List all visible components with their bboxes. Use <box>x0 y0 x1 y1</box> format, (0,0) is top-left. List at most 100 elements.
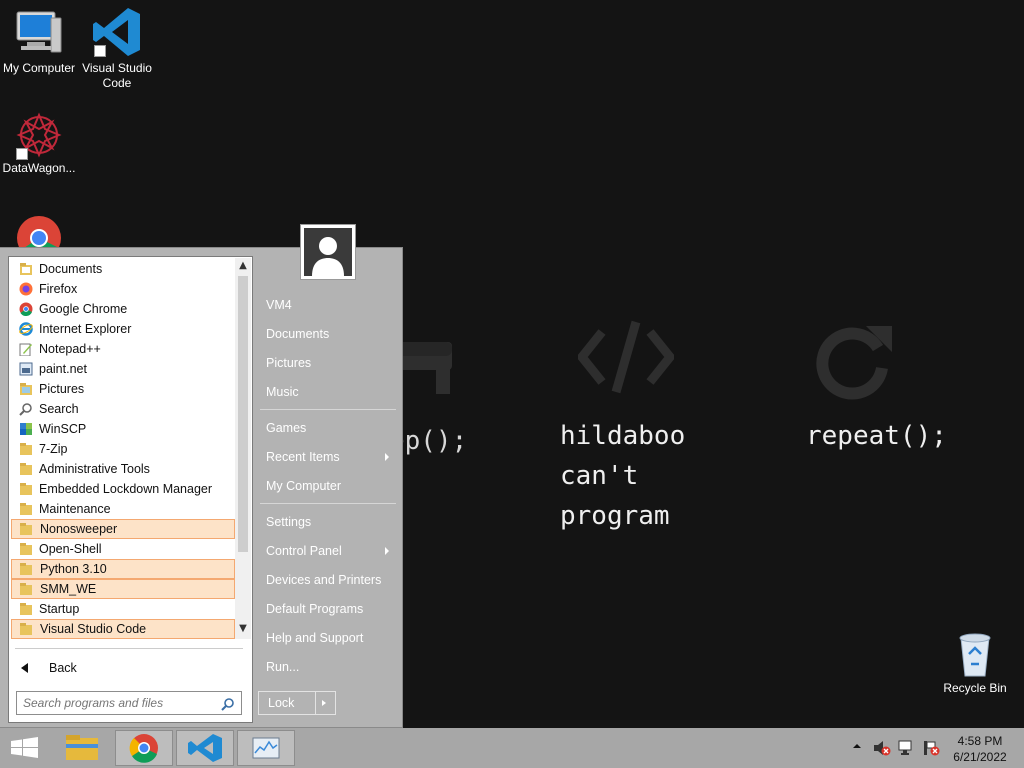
folder-icon <box>20 623 32 635</box>
desktop-icon-datawagon[interactable]: DataWagon... <box>0 112 78 176</box>
desktop-icon-label: Recycle Bin <box>943 681 1007 695</box>
clock-date: 6/21/2022 <box>953 750 1007 764</box>
program-label: SMM_WE <box>40 582 97 596</box>
program-item-python[interactable]: Python 3.10 <box>11 559 235 579</box>
start-item-music[interactable]: Music <box>266 384 299 400</box>
file-explorer-icon <box>66 735 98 760</box>
divider <box>260 503 396 504</box>
taskbar-file-explorer[interactable] <box>54 730 112 766</box>
start-item-run[interactable]: Run... <box>266 659 299 675</box>
program-item-google-chrome[interactable]: Google Chrome <box>11 299 235 319</box>
desktop-icon-vscode[interactable]: Visual Studio Code <box>78 6 156 91</box>
program-label: Notepad++ <box>39 342 101 356</box>
folder-icon <box>20 603 32 615</box>
scroll-down-icon[interactable]: ▼ <box>235 621 251 637</box>
desktop-icon-my-computer[interactable]: My Computer <box>0 8 78 76</box>
program-item-firefox[interactable]: Firefox <box>11 279 235 299</box>
back-label: Back <box>49 661 77 675</box>
start-item-devices-printers[interactable]: Devices and Printers <box>266 572 381 588</box>
program-item-paintnet[interactable]: paint.net <box>11 359 235 379</box>
program-label: Startup <box>39 602 80 616</box>
start-item-help-support[interactable]: Help and Support <box>266 630 363 646</box>
lock-button[interactable]: Lock <box>258 691 336 715</box>
show-hidden-icons-icon[interactable] <box>852 740 862 754</box>
program-item-administrative-tools[interactable]: Administrative Tools <box>11 459 235 479</box>
folder-icon <box>20 583 32 595</box>
vscode-icon <box>188 734 222 762</box>
search-icon[interactable] <box>221 697 235 711</box>
program-item-internet-explorer[interactable]: Internet Explorer <box>11 319 235 339</box>
lock-label: Lock <box>268 696 295 710</box>
code-icon <box>578 320 674 394</box>
start-item-settings[interactable]: Settings <box>266 514 311 530</box>
program-label: Maintenance <box>39 502 111 516</box>
program-label: Firefox <box>39 282 78 296</box>
chrome-icon <box>17 216 61 250</box>
program-item-notepadpp[interactable]: Notepad++ <box>11 339 235 359</box>
program-label: Google Chrome <box>39 302 128 316</box>
program-label: Internet Explorer <box>39 322 132 336</box>
submenu-arrow-icon <box>385 547 389 555</box>
program-label: paint.net <box>39 362 87 376</box>
folder-icon <box>20 263 32 275</box>
desktop-icon-recycle-bin[interactable]: Recycle Bin <box>936 630 1014 696</box>
program-item-nonosweeper[interactable]: Nonosweeper <box>11 519 235 539</box>
action-center-icon[interactable] <box>922 740 940 759</box>
program-item-pictures[interactable]: Pictures <box>11 379 235 399</box>
submenu-arrow-icon <box>385 453 389 461</box>
clock-time: 4:58 PM <box>957 734 1003 748</box>
program-item-visual-studio-code[interactable]: Visual Studio Code <box>11 619 235 639</box>
divider <box>315 692 316 714</box>
start-item-games[interactable]: Games <box>266 420 306 436</box>
start-item-pictures[interactable]: Pictures <box>266 355 311 371</box>
user-icon <box>312 237 344 276</box>
start-item-control-panel[interactable]: Control Panel <box>266 543 342 559</box>
search-input[interactable] <box>16 691 242 715</box>
chrome-icon <box>19 302 33 316</box>
folder-icon <box>20 483 32 495</box>
program-label: Pictures <box>39 382 85 396</box>
scrollbar-thumb[interactable] <box>238 276 248 552</box>
start-button[interactable] <box>0 730 58 766</box>
folder-icon <box>20 443 32 455</box>
paintnet-icon <box>19 362 33 376</box>
divider <box>15 648 243 649</box>
user-picture[interactable] <box>300 224 356 280</box>
volume-muted-icon[interactable] <box>873 740 891 759</box>
scroll-up-icon[interactable]: ▲ <box>235 258 251 274</box>
program-item-startup[interactable]: Startup <box>11 599 235 619</box>
shortcut-arrow-icon <box>94 45 106 57</box>
back-button[interactable]: Back <box>17 657 237 679</box>
taskbar-task-manager[interactable] <box>237 730 295 766</box>
windows-logo-icon <box>11 737 38 758</box>
start-item-default-programs[interactable]: Default Programs <box>266 601 363 617</box>
taskbar-vscode[interactable] <box>176 730 234 766</box>
desktop-icon-label: DataWagon... <box>2 161 76 175</box>
clock[interactable]: 4:58 PM 6/21/2022 <box>944 733 1016 765</box>
programs-scrollbar[interactable]: ▲ ▼ <box>235 258 251 639</box>
network-icon[interactable] <box>898 740 916 759</box>
program-item-maintenance[interactable]: Maintenance <box>11 499 235 519</box>
start-item-documents[interactable]: Documents <box>266 326 329 342</box>
program-item-winscp[interactable]: WinSCP <box>11 419 235 439</box>
chrome-icon <box>129 734 158 763</box>
start-item-vm4[interactable]: VM4 <box>266 297 292 313</box>
shutdown-options-arrow-icon[interactable] <box>322 700 326 706</box>
program-label: Python 3.10 <box>40 562 107 576</box>
program-item-open-shell[interactable]: Open-Shell <box>11 539 235 559</box>
program-item-documents[interactable]: Documents <box>11 259 235 279</box>
program-item-smm-we[interactable]: SMM_WE <box>11 579 235 599</box>
notepadpp-icon <box>19 343 32 356</box>
program-label: Search <box>39 402 79 416</box>
start-item-my-computer[interactable]: My Computer <box>266 478 341 494</box>
programs-list: Documents Firefox Google Chrome Internet… <box>11 259 235 639</box>
folder-icon <box>20 563 32 575</box>
taskbar-chrome[interactable] <box>115 730 173 766</box>
redo-icon <box>816 326 892 400</box>
start-item-recent-items[interactable]: Recent Items <box>266 449 340 465</box>
program-item-search[interactable]: Search <box>11 399 235 419</box>
program-item-7zip[interactable]: 7-Zip <box>11 439 235 459</box>
program-label: Visual Studio Code <box>40 622 147 636</box>
folder-icon <box>20 523 32 535</box>
program-item-embedded-lockdown-manager[interactable]: Embedded Lockdown Manager <box>11 479 235 499</box>
